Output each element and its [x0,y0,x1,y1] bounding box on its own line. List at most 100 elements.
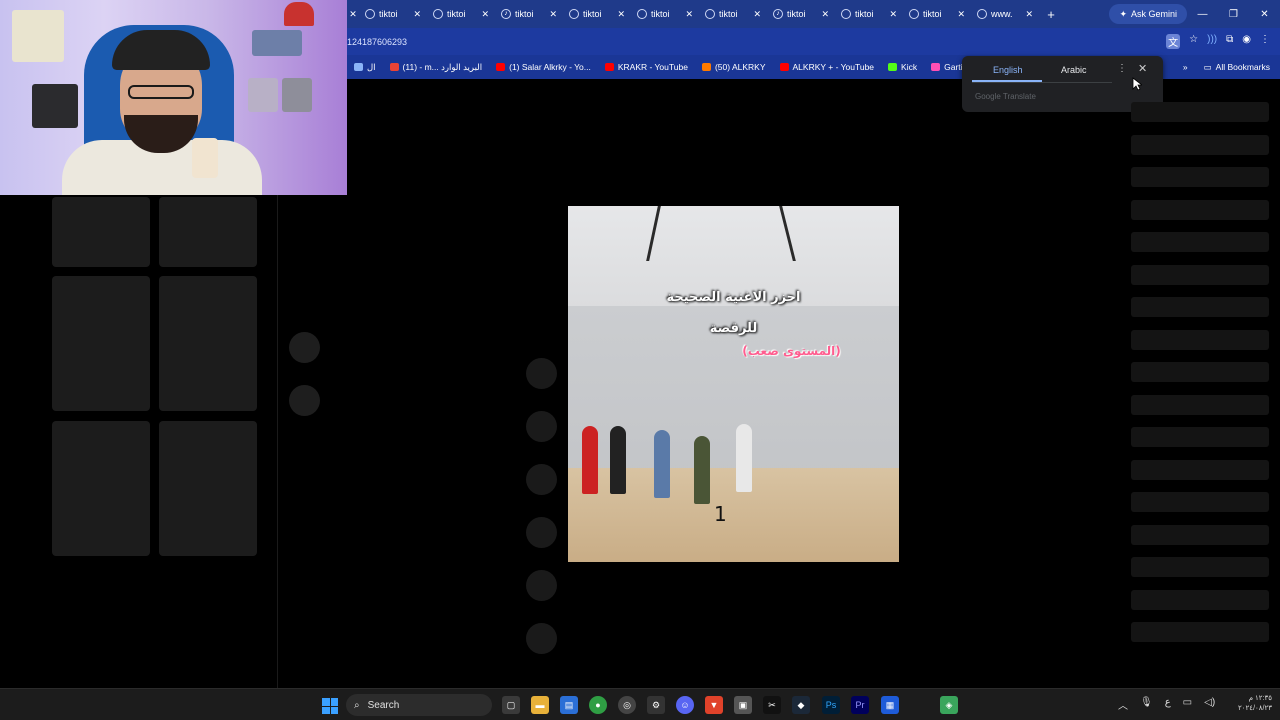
browser-tab-title: tiktoi [787,9,806,19]
translate-icon[interactable]: 文 [1166,34,1181,49]
browser-tab[interactable]: ♪ tiktoi ✕ [767,0,835,28]
taskbar-clock[interactable]: ١٢:٣٥ م ٢٠٢٤/٠٨/٢٣ [1228,694,1272,714]
premiere-icon[interactable]: Pr [851,696,869,714]
obs-icon[interactable]: ◎ [618,696,636,714]
close-window-icon[interactable]: ✕ [1249,9,1280,20]
bookmark-item[interactable]: (1) Salar Alkrky - Yo... [489,62,598,73]
tab-close-icon[interactable]: ✕ [1025,9,1033,20]
browser-tab[interactable]: tiktoi ✕ [903,0,971,28]
capcut-icon[interactable]: ✂ [763,696,781,714]
shelf-items [252,30,302,56]
tab-close-icon[interactable]: ✕ [753,9,761,20]
bookmark-label: (11) - m... البريد الوارد [402,61,483,72]
ask-gemini-button[interactable]: ✦ Ask Gemini [1109,4,1187,24]
browser-tab[interactable]: tiktoi ✕ [427,0,495,28]
video-thumbnail-placeholder[interactable] [52,276,150,411]
comment-placeholder-row [1131,264,1269,285]
save-button-placeholder[interactable] [526,464,557,495]
browser-tab[interactable]: www. ✕ [971,0,1039,28]
tab-close-icon[interactable]: ✕ [821,9,829,20]
browser-tab-title: tiktoi [515,9,534,19]
tab-close-icon[interactable]: ✕ [549,9,557,20]
task-view-icon[interactable]: ▢ [502,696,520,714]
translate-close-icon[interactable]: ✕ [1138,62,1147,75]
extensions-icon[interactable]: ⧉ [1226,34,1233,49]
video-caption-subtitle: للرقصة [709,321,758,336]
profile-avatar-icon[interactable]: ◉ [1242,34,1251,49]
bookmark-item[interactable]: KRAKR - YouTube [598,62,695,73]
gemini-sparkle-icon: ✦ [1119,8,1127,19]
browser-tab[interactable]: tiktoi ✕ [699,0,767,28]
bookmark-favicon-icon [888,63,898,71]
bookmarks-overflow-icon[interactable]: » [1183,62,1188,72]
tray-overflow-icon[interactable]: ︿ [1118,697,1128,712]
tab-close-icon[interactable]: ✕ [957,9,965,20]
language-indicator[interactable]: ع [1165,697,1171,712]
tab-close-icon[interactable]: ✕ [481,9,489,20]
windows-start-icon[interactable] [322,698,338,714]
new-tab-button[interactable]: + [1041,7,1061,22]
nav-button-placeholder[interactable] [289,385,320,416]
nav-button-placeholder[interactable] [289,332,320,363]
video-player[interactable]: احزر الاغنية الصحيحة للرقصة (المستوى صعب… [568,206,899,562]
network-icon[interactable]: ▭ [1183,697,1192,712]
translate-more-icon[interactable]: ⋮ [1117,63,1127,74]
browser-tab[interactable]: tiktoi ✕ [835,0,903,28]
share-button-placeholder[interactable] [526,517,557,548]
video-thumbnail-placeholder[interactable] [52,197,150,267]
video-thumbnail-placeholder[interactable] [159,421,257,556]
microphone-icon[interactable]: 🎙 [1140,697,1153,712]
menu-kebab-icon[interactable]: ⋮ [1260,34,1270,49]
minimize-icon[interactable]: — [1187,9,1218,20]
bookmark-item[interactable]: ال [347,62,383,73]
search-icon: ⌕ [354,699,360,711]
person-glasses [128,85,194,99]
app-icon[interactable]: ▣ [734,696,752,714]
browser-tab[interactable]: tiktoi ✕ [563,0,631,28]
tab-close-icon[interactable]: ✕ [889,9,897,20]
video-thumbnail-placeholder[interactable] [52,421,150,556]
brave-icon[interactable]: ▼ [705,696,723,714]
bookmark-star-icon[interactable]: ☆ [1189,34,1198,49]
more-button-placeholder[interactable] [526,623,557,654]
media-icon[interactable]: ))) [1207,34,1217,49]
tab-close-icon[interactable]: ✕ [347,9,359,20]
restore-icon[interactable]: ❐ [1218,9,1249,20]
like-button-placeholder[interactable] [526,358,557,389]
minecraft-icon[interactable]: ◈ [940,696,958,714]
store-icon[interactable]: ▤ [560,696,578,714]
url-text[interactable]: 124187606293 [347,37,407,47]
tab-close-icon[interactable]: ✕ [685,9,693,20]
bookmark-item[interactable]: (50) ALKRKY [695,62,773,73]
photoshop-icon[interactable]: Ps [822,696,840,714]
dancer-figure [654,430,670,498]
browser-tab[interactable]: tiktoi ✕ [359,0,427,28]
browser-tab[interactable]: tiktoi ✕ [631,0,699,28]
volume-icon[interactable]: ◁) [1204,697,1215,712]
bookmark-item[interactable]: (11) - m... البريد الوارد [383,62,490,73]
bookmark-item[interactable]: Kick [881,62,924,73]
chrome-icon[interactable]: ● [589,696,607,714]
bookmark-label: ال [367,61,376,72]
video-thumbnail-placeholder[interactable] [159,197,257,267]
browser-tab[interactable]: ♪ tiktoi ✕ [495,0,563,28]
translate-tab-english[interactable]: English [993,65,1023,75]
bookmark-item[interactable]: ALKRKY + - YouTube [773,62,882,73]
comment-placeholder-row [1131,589,1269,610]
comment-placeholder-row [1131,134,1269,155]
taskbar-search[interactable]: ⌕ Search [346,694,492,716]
comment-button-placeholder[interactable] [526,411,557,442]
tab-close-icon[interactable]: ✕ [413,9,421,20]
all-bookmarks-button[interactable]: ▭ All Bookmarks [1204,62,1270,73]
discord-icon[interactable]: ☺ [676,696,694,714]
settings-gear-icon[interactable]: ⚙ [647,696,665,714]
steam-icon[interactable]: ◆ [792,696,810,714]
tab-close-icon[interactable]: ✕ [617,9,625,20]
music-button-placeholder[interactable] [526,570,557,601]
video-thumbnail-placeholder[interactable] [159,276,257,411]
app-icon[interactable]: ▦ [881,696,899,714]
translate-tab-arabic[interactable]: Arabic [1061,65,1087,75]
dancer-figure [694,436,710,504]
comment-placeholder-row [1131,232,1269,252]
file-explorer-icon[interactable]: ▬ [531,696,549,714]
